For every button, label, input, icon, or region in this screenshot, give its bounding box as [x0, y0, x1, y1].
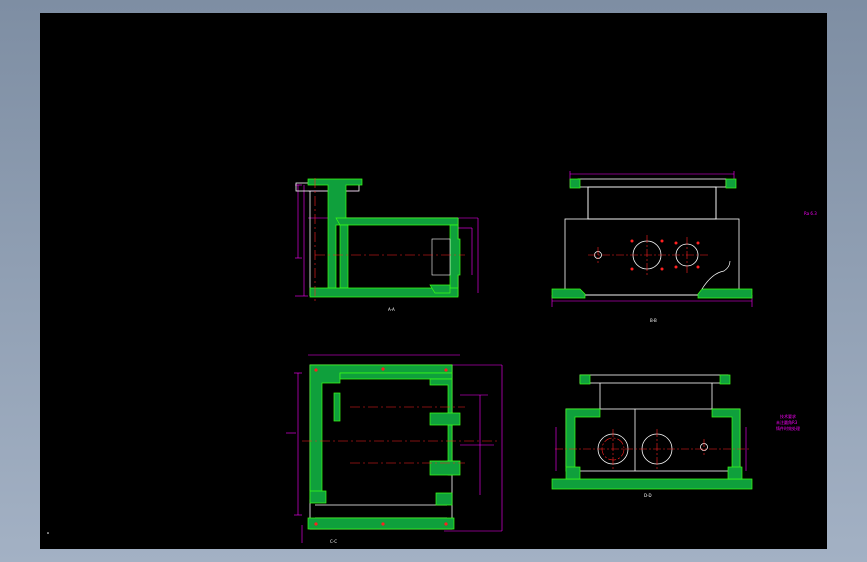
bottom-section-label: D-D	[644, 493, 652, 498]
top-section-view: C-C	[286, 354, 503, 544]
side-section-view: A-A	[295, 178, 479, 312]
front-view-label: B-B	[650, 318, 657, 323]
bottom-section-view: D-D 技术要求 未注圆角R3 铸件时效处理	[551, 374, 800, 498]
top-section-label: C-C	[330, 539, 337, 544]
tech-note-line-1: 技术要求	[780, 413, 796, 419]
tech-note-roughness: Ra 6.3	[804, 211, 817, 216]
tech-note-line-3: 铸件时效处理	[776, 425, 800, 431]
tech-note-line-2: 未注圆角R3	[776, 419, 798, 425]
front-view: B-B Ra 6.3	[551, 171, 817, 323]
side-section-label: A-A	[388, 307, 395, 312]
cad-drawing-canvas[interactable]: A-A B-B Ra 6.3 C-C D-D 技术要求 未注圆角R3 铸件时效处…	[40, 13, 827, 549]
origin-marker	[47, 532, 49, 534]
